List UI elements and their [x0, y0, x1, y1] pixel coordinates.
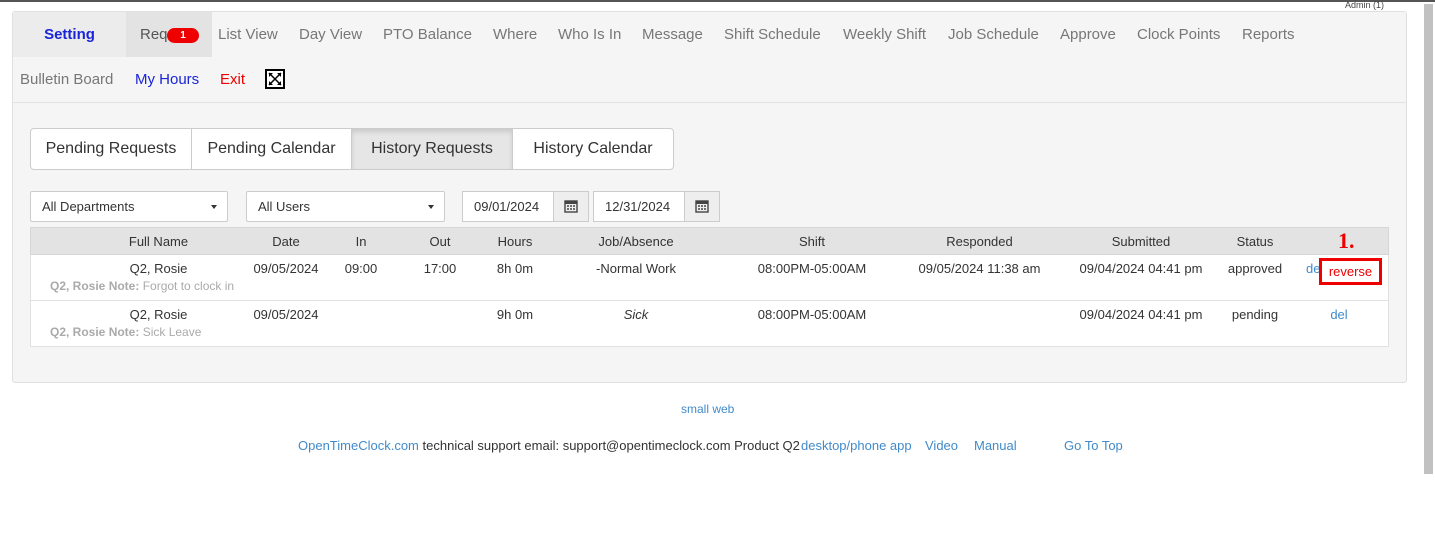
calendar-icon: [695, 200, 709, 213]
annotation-number: 1.: [1338, 228, 1355, 253]
chevron-down-icon: [211, 205, 217, 209]
desktop-app-link[interactable]: desktop/phone app: [801, 438, 912, 453]
table-row: Q2, Rosie 09/05/2024 09:00 17:00 8h 0m -…: [30, 255, 1389, 301]
small-web-link[interactable]: small web: [681, 402, 734, 416]
nav-list-view[interactable]: List View: [218, 12, 278, 57]
nav-bulletin-board[interactable]: Bulletin Board: [20, 57, 113, 102]
row-full-name: Q2, Rosie: [129, 307, 188, 322]
tab-pending-requests[interactable]: Pending Requests: [30, 128, 192, 170]
row-status: approved: [1227, 261, 1283, 276]
department-select[interactable]: All Departments: [30, 191, 228, 222]
nav-approve[interactable]: Approve: [1060, 12, 1116, 57]
row-hours: 9h 0m: [496, 307, 534, 322]
tab-history-calendar[interactable]: History Calendar: [512, 128, 674, 170]
row-job-absence: -Normal Work: [596, 261, 676, 276]
row-submitted: 09/04/2024 04:41 pm: [1079, 307, 1203, 322]
row-date: 09/05/2024: [253, 307, 319, 322]
footer: OpenTimeClock.com technical support emai…: [298, 438, 800, 453]
nav-shift-schedule[interactable]: Shift Schedule: [724, 12, 821, 57]
row-status: pending: [1231, 307, 1279, 322]
header-full-name[interactable]: Full Name: [101, 234, 216, 249]
header-out[interactable]: Out: [424, 234, 456, 249]
row-submitted: 09/04/2024 04:41 pm: [1079, 261, 1203, 276]
support-text: technical support email: support@opentim…: [422, 438, 800, 453]
nav-job-schedule[interactable]: Job Schedule: [948, 12, 1039, 57]
header-hours[interactable]: Hours: [489, 234, 541, 249]
nav-reports[interactable]: Reports: [1242, 12, 1295, 57]
header-date[interactable]: Date: [256, 234, 316, 249]
row-out: 17:00: [423, 261, 457, 276]
header-in[interactable]: In: [346, 234, 376, 249]
nav-req[interactable]: Req 1: [126, 12, 212, 57]
nav-where[interactable]: Where: [493, 12, 537, 57]
top-border: [0, 0, 1435, 2]
row-note: Q2, Rosie Note: Forgot to clock in: [50, 279, 234, 293]
nav-exit[interactable]: Exit: [220, 57, 245, 102]
nav-day-view[interactable]: Day View: [299, 12, 362, 57]
header-job-absence[interactable]: Job/Absence: [586, 234, 686, 249]
header-shift[interactable]: Shift: [781, 234, 843, 249]
row-note-text: Forgot to clock in: [142, 279, 235, 293]
row-shift: 08:00PM-05:00AM: [757, 307, 867, 322]
row-hours: 8h 0m: [496, 261, 534, 276]
reverse-link[interactable]: reverse: [1319, 258, 1382, 285]
video-link[interactable]: Video: [925, 438, 958, 453]
header-status[interactable]: Status: [1229, 234, 1281, 249]
admin-label: Admin (1): [1345, 0, 1385, 10]
calendar-icon: [564, 200, 578, 213]
req-count-badge: 1: [167, 28, 199, 43]
row-note-label: Q2, Rosie Note:: [50, 325, 140, 339]
start-date-input[interactable]: 09/01/2024: [462, 191, 554, 222]
department-select-value: All Departments: [42, 199, 135, 214]
row-note: Q2, Rosie Note: Sick Leave: [50, 325, 201, 339]
end-calendar-button[interactable]: [684, 191, 720, 222]
row-date: 09/05/2024: [253, 261, 319, 276]
table-row: Q2, Rosie 09/05/2024 9h 0m Sick 08:00PM-…: [30, 301, 1389, 347]
users-select[interactable]: All Users: [246, 191, 445, 222]
row-job-absence: Sick: [623, 307, 649, 322]
row-note-text: Sick Leave: [142, 325, 202, 339]
nav-clock-points[interactable]: Clock Points: [1137, 12, 1220, 57]
nav-setting[interactable]: Setting: [13, 12, 126, 57]
chevron-down-icon: [428, 205, 434, 209]
start-calendar-button[interactable]: [553, 191, 589, 222]
top-navbar: Setting Req 1 List View Day View PTO Bal…: [13, 12, 1406, 103]
nav-who-is-in[interactable]: Who Is In: [558, 12, 621, 57]
nav-req-label: Req: [140, 26, 168, 43]
tab-pending-calendar[interactable]: Pending Calendar: [191, 128, 352, 170]
header-submitted[interactable]: Submitted: [1096, 234, 1186, 249]
users-select-value: All Users: [258, 199, 311, 214]
scrollbar-thumb[interactable]: [1424, 4, 1433, 474]
table-header: Full Name Date In Out Hours Job/Absence …: [30, 227, 1389, 255]
nav-my-hours[interactable]: My Hours: [135, 57, 199, 102]
manual-link[interactable]: Manual: [974, 438, 1017, 453]
nav-pto-balance[interactable]: PTO Balance: [383, 12, 472, 57]
row-full-name: Q2, Rosie: [129, 261, 188, 276]
end-date-input[interactable]: 12/31/2024: [593, 191, 685, 222]
fullscreen-glyph: [268, 72, 282, 86]
tab-history-requests[interactable]: History Requests: [351, 128, 513, 170]
row-responded: 09/05/2024 11:38 am: [918, 261, 1041, 276]
nav-message[interactable]: Message: [642, 12, 703, 57]
row-in: 09:00: [344, 261, 378, 276]
go-to-top-link[interactable]: Go To Top: [1064, 438, 1123, 453]
nav-weekly-shift[interactable]: Weekly Shift: [843, 12, 926, 57]
main-panel: Setting Req 1 List View Day View PTO Bal…: [12, 11, 1407, 383]
header-responded[interactable]: Responded: [931, 234, 1028, 249]
row-note-label: Q2, Rosie Note:: [50, 279, 140, 293]
delete-link[interactable]: de: [1306, 261, 1320, 276]
fullscreen-icon[interactable]: [265, 69, 285, 89]
delete-link[interactable]: del: [1325, 307, 1353, 322]
site-link[interactable]: OpenTimeClock.com: [298, 438, 419, 453]
row-shift: 08:00PM-05:00AM: [757, 261, 867, 276]
